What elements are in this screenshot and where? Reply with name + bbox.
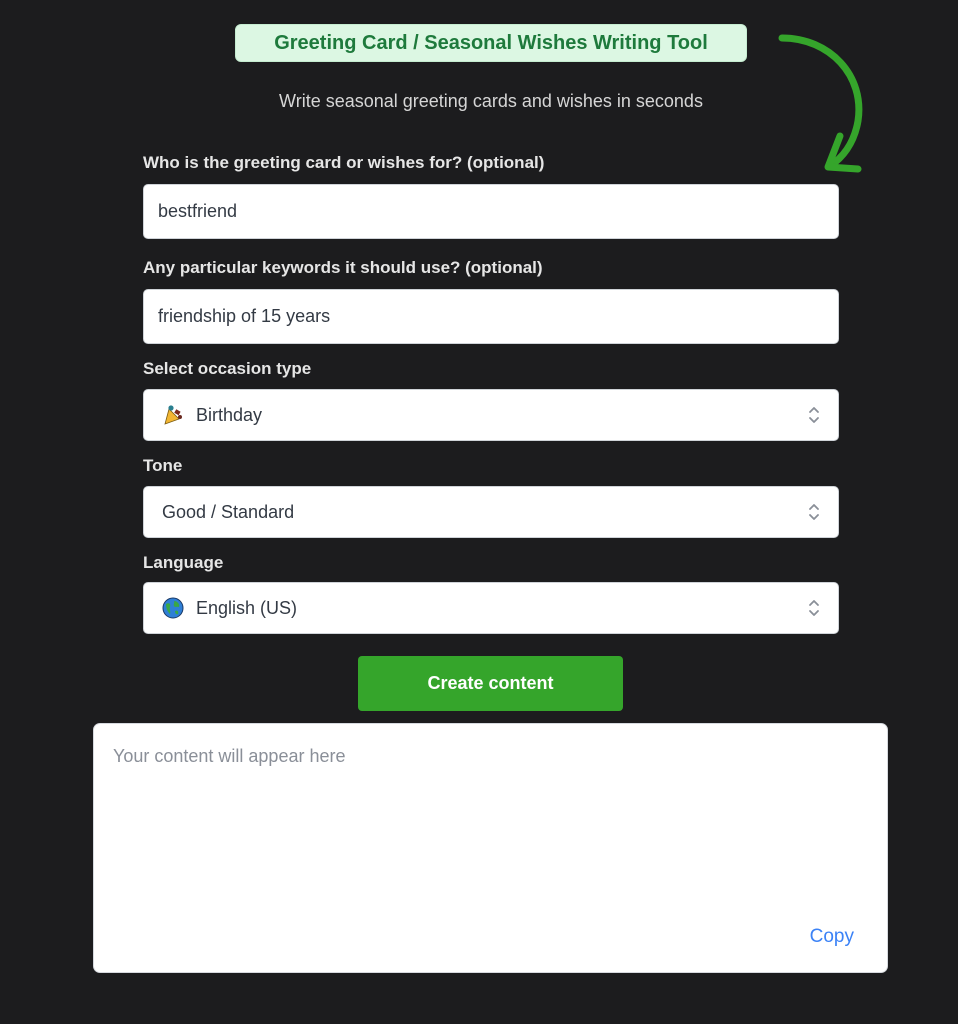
page-title: Greeting Card / Seasonal Wishes Writing … xyxy=(235,24,747,62)
language-label: Language xyxy=(143,553,224,572)
occasion-selected-value: Birthday xyxy=(196,404,263,425)
occasion-select[interactable]: Birthday xyxy=(143,389,839,441)
copy-button[interactable]: Copy xyxy=(810,926,854,948)
recipient-label: Who is the greeting card or wishes for? … xyxy=(143,153,545,172)
tone-select[interactable]: Good / Standard xyxy=(143,486,839,538)
tone-selected-value: Good / Standard xyxy=(162,501,295,522)
chevron-up-down-icon xyxy=(809,407,819,423)
chevron-up-down-icon xyxy=(809,600,819,616)
output-box[interactable]: Your content will appear here Copy xyxy=(93,723,888,973)
recipient-input[interactable] xyxy=(144,185,838,238)
party-popper-icon xyxy=(162,404,184,426)
globe-icon xyxy=(162,597,184,619)
output-placeholder: Your content will appear here xyxy=(113,746,346,766)
tone-label: Tone xyxy=(143,456,183,475)
page-subtitle: Write seasonal greeting cards and wishes… xyxy=(279,91,703,111)
language-select[interactable]: English (US) xyxy=(143,582,839,634)
occasion-label: Select occasion type xyxy=(143,359,312,378)
language-selected-value: English (US) xyxy=(196,597,298,618)
keywords-label: Any particular keywords it should use? (… xyxy=(143,258,543,277)
chevron-up-down-icon xyxy=(809,504,819,520)
keywords-field-wrapper xyxy=(143,289,839,344)
keywords-input[interactable] xyxy=(144,290,838,343)
recipient-field-wrapper xyxy=(143,184,839,239)
create-content-button[interactable]: Create content xyxy=(358,656,623,711)
